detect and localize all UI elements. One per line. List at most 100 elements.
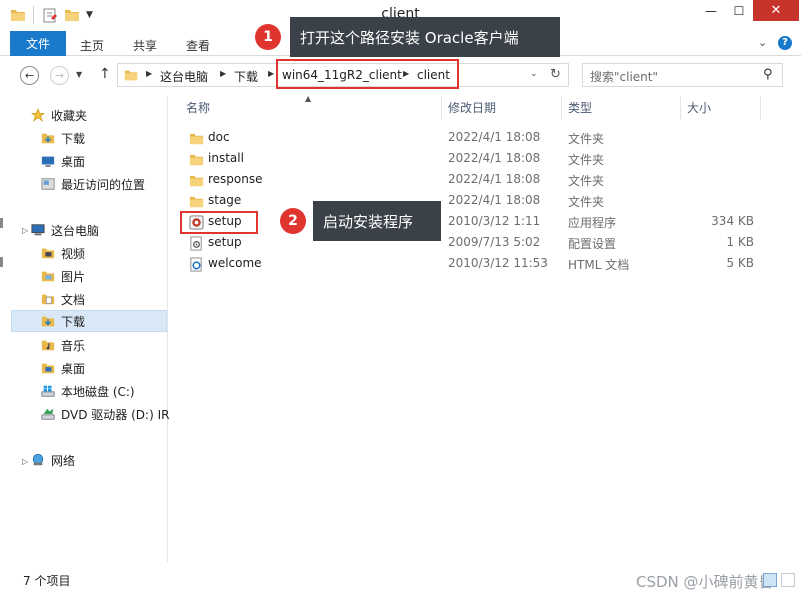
table-row[interactable]: setup 2010/3/12 1:11 应用程序 334 KB [170,212,770,233]
sidebar-item-documents[interactable]: 文档 [40,288,85,310]
item-count: 7 个项目 [23,574,71,588]
address-dropdown-icon[interactable]: ⌄ [530,69,538,79]
file-name: welcome [208,256,262,270]
back-button[interactable]: ← [20,66,39,85]
sidebar-item-label: 音乐 [61,338,86,353]
recent-locations-icon[interactable]: ▼ [76,70,82,79]
table-row[interactable]: response 2022/4/1 18:08 文件夹 [170,170,770,191]
file-size: 334 KB [711,214,754,228]
file-size: 1 KB [726,235,754,249]
sidebar-item-label: 收藏夹 [51,108,88,123]
expand-arrow-icon[interactable]: ▷ [22,226,28,235]
callout-text: 启动安装程序 [323,212,414,231]
folder-icon [188,151,204,167]
sidebar-item-label: 本地磁盘 (C:) [61,384,135,399]
highlight-setup-box [180,211,258,234]
recent-places-icon [40,176,56,192]
forward-button[interactable]: → [50,66,69,85]
callout-number-badge: 1 [255,24,281,50]
sidebar-item-recent[interactable]: 最近访问的位置 [40,173,145,195]
sidebar-item-favorites[interactable]: 收藏夹 [30,104,87,126]
refresh-icon[interactable]: ↻ [550,67,561,82]
help-icon[interactable]: ? [778,36,792,50]
sidebar-item-this-pc[interactable]: 这台电脑 [30,219,99,241]
table-row[interactable]: stage 2022/4/1 18:08 文件夹 [170,191,770,212]
callout-text: 打开这个路径安装 Oracle客户端 [300,28,519,47]
file-type: 文件夹 [568,132,605,146]
file-name: install [208,151,244,165]
breadcrumb-separator-icon[interactable]: ▶ [220,69,226,78]
sidebar-item-label: 网络 [51,453,76,468]
sidebar-item-label: 这台电脑 [51,223,100,238]
sidebar-item-label: 视频 [61,246,86,261]
sidebar-item-label: 图片 [61,269,86,284]
breadcrumb-item[interactable]: 这台电脑 [160,68,208,85]
sidebar-item-music[interactable]: 音乐 [40,334,85,356]
sidebar-item-downloads-selected[interactable]: 下载 [11,310,167,332]
file-name: doc [208,130,230,144]
documents-folder-icon [40,291,56,307]
status-bar: 7 个项目 CSDN @小碑前黄昏 [0,562,801,600]
sidebar-item-local-disk[interactable]: 本地磁盘 (C:) [40,380,135,402]
downloads-folder-icon [40,130,56,146]
file-date: 2022/4/1 18:08 [448,130,541,144]
details-view-icon[interactable] [763,573,777,587]
downloads-folder-icon [40,313,56,329]
sidebar-item-network[interactable]: 网络 [30,449,75,471]
network-icon [30,452,46,468]
window-edge-marker [0,257,3,267]
search-input[interactable]: 搜索"client" ⚲ [582,63,783,87]
up-button[interactable]: ↑ [99,66,111,82]
large-icons-view-icon[interactable] [781,573,795,587]
star-icon [30,107,46,123]
sidebar-item-label: 下载 [61,131,86,146]
column-header-date[interactable]: 修改日期 [442,96,562,120]
search-placeholder: 搜索"client" [590,70,658,84]
tab-view[interactable]: 查看 [186,37,210,54]
sidebar-item-label: 桌面 [61,361,86,376]
file-date: 2022/4/1 18:08 [448,193,541,207]
table-row[interactable]: setup 2009/7/13 5:02 配置设置 1 KB [170,233,770,254]
config-file-icon [188,235,204,251]
videos-folder-icon [40,245,56,261]
dvd-drive-icon [40,406,56,422]
column-header-size[interactable]: 大小 [681,96,761,120]
desktop-folder-icon [40,360,56,376]
expand-ribbon-icon[interactable]: ⌄ [758,36,767,49]
sidebar-item-downloads[interactable]: 下载 [40,127,85,149]
breadcrumb-separator-icon[interactable]: ▶ [268,69,274,78]
search-icon[interactable]: ⚲ [763,67,773,82]
file-date: 2022/4/1 18:08 [448,151,541,165]
tab-home[interactable]: 主页 [80,37,104,54]
minimize-button[interactable]: — [697,0,725,21]
file-type: 文件夹 [568,174,605,188]
file-size: 5 KB [726,256,754,270]
windows-drive-icon [40,383,56,399]
window-edge-marker [0,218,3,228]
sidebar-item-label: 最近访问的位置 [61,177,146,192]
file-name: setup [208,235,242,249]
breadcrumb-separator-icon[interactable]: ▶ [146,69,152,78]
folder-icon [188,130,204,146]
pictures-folder-icon [40,268,56,284]
tab-share[interactable]: 共享 [133,37,157,54]
close-button[interactable]: ✕ [753,0,799,21]
column-header-type[interactable]: 类型 [562,96,681,120]
sidebar-item-desktop[interactable]: 桌面 [40,150,85,172]
desktop-icon [40,153,56,169]
file-name: response [208,172,263,186]
sidebar-item-desktop-pc[interactable]: 桌面 [40,357,85,379]
maximize-button[interactable]: ☐ [725,0,753,21]
sidebar-item-videos[interactable]: 视频 [40,242,85,264]
breadcrumb-item[interactable]: 下载 [234,68,258,85]
callout-start-installer: 启动安装程序 [313,201,441,241]
file-date: 2010/3/12 11:53 [448,256,548,270]
table-row[interactable]: doc 2022/4/1 18:08 文件夹 [170,128,770,149]
table-row[interactable]: welcome 2010/3/12 11:53 HTML 文档 5 KB [170,254,770,275]
file-type: 配置设置 [568,237,617,251]
table-row[interactable]: install 2022/4/1 18:08 文件夹 [170,149,770,170]
sidebar-item-dvd-drive[interactable]: DVD 驱动器 (D:) IR [40,403,169,425]
tab-file[interactable]: 文件 [10,31,66,56]
sidebar-item-pictures[interactable]: 图片 [40,265,85,287]
expand-arrow-icon[interactable]: ▷ [22,457,28,466]
